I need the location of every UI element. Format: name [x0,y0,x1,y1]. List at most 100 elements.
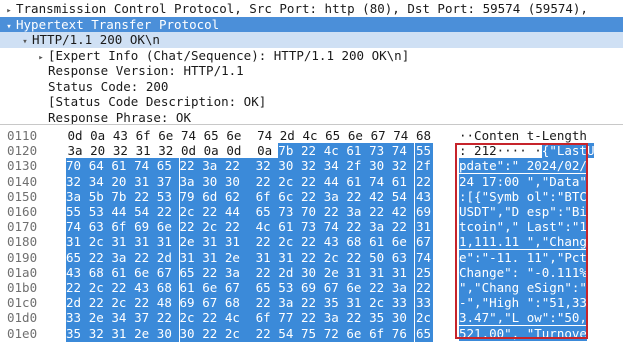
hex-byte[interactable]: 31 [66,234,89,251]
hex-byte[interactable]: 30 [156,325,180,342]
hex-byte[interactable]: 2c [179,204,203,220]
hex-byte[interactable]: 20 [111,173,135,190]
tree-item[interactable]: ▾ HTTP/1.1 200 OK\n [0,32,623,48]
hex-byte[interactable]: 2d [278,264,301,281]
hex-byte[interactable]: 63 [391,249,415,266]
hex-byte[interactable]: 34 [88,173,112,190]
collapse-arrow-icon[interactable]: ▸ [34,51,48,64]
hex-byte[interactable]: 32 [301,158,324,175]
hex-byte[interactable]: 55 [66,204,89,220]
hex-byte[interactable]: 30 [391,310,415,327]
hex-byte[interactable]: 31 [391,264,415,281]
hex-byte[interactable]: 74 [414,249,433,266]
hex-byte[interactable]: 22 [202,264,225,281]
hex-byte[interactable]: 2e [323,264,347,281]
hex-byte[interactable]: 22 [202,325,225,342]
hex-byte[interactable]: 44 [323,173,347,190]
hex-byte[interactable]: 61 [346,143,370,160]
hex-row[interactable]: 0170 74 63 6f 69 6e 22 2c 22 4c 61 73 74 22 3a 22 31 tcoi… [0,219,623,236]
hex-byte[interactable]: 61 [346,173,370,190]
hex-byte[interactable]: 22 [202,204,225,220]
hex-byte[interactable]: 0a [89,128,107,144]
hex-byte[interactable]: 2f [346,158,370,175]
hex-byte[interactable]: 22 [301,310,324,327]
hex-byte[interactable]: 34 [111,310,135,327]
hex-byte[interactable]: 65 [255,204,279,220]
hex-row[interactable]: 0110 0d 0a 43 6f 6e 74 65 6e 74 2d 4c 65 6e 67 74 68 ··Co… [0,128,623,144]
hex-byte[interactable]: 2c [278,234,301,251]
hex-byte[interactable]: 22 [255,325,279,342]
hex-byte[interactable]: 22 [301,295,324,312]
hex-byte[interactable]: 43 [323,234,347,251]
hex-byte[interactable]: 67 [224,280,256,296]
hex-byte[interactable]: 33 [66,310,89,327]
hex-byte[interactable]: 53 [278,280,301,296]
hex-byte[interactable]: 2e [224,249,256,266]
hex-byte[interactable]: 22 [369,280,392,296]
hex-byte[interactable]: 3a [278,295,301,312]
ascii-dump[interactable]: :[{"Symb ol":"BTC [459,188,587,205]
hex-byte[interactable]: 55 [414,143,433,160]
hex-byte[interactable]: 22 [369,204,392,220]
ascii-dump[interactable]: ··Conten t-Length [459,128,587,144]
hex-byte[interactable]: 2e [134,325,157,342]
ascii-dump[interactable]: -","High ":"51,33 [459,295,587,311]
hex-byte[interactable]: 75 [301,325,324,342]
hex-byte[interactable]: 30 [369,158,392,175]
hex-byte[interactable]: 61 [391,173,415,190]
hex-byte[interactable]: 61 [111,158,135,175]
hex-byte[interactable]: 35 [66,325,89,342]
hex-byte[interactable]: 0d [225,143,243,159]
hex-byte[interactable]: 31 [179,249,203,266]
hex-byte[interactable]: 31 [156,234,180,251]
hex-byte[interactable]: 32 [391,158,415,175]
hex-byte[interactable]: 44 [111,204,135,220]
hex-byte[interactable]: 2c [278,173,301,190]
hex-byte[interactable]: 74 [392,128,410,144]
hex-byte[interactable]: 42 [391,204,415,220]
hex-byte[interactable]: 31 [134,234,157,251]
hex-byte[interactable]: 70 [66,158,89,175]
hex-byte[interactable]: 65 [414,325,433,342]
hex-byte[interactable]: 70 [301,204,324,220]
hex-row[interactable]: 0130 70 64 61 74 65 22 3a 22 32 30 32 34 2f 30 32 2f pdat… [0,158,623,175]
hex-byte[interactable]: 2e [88,310,112,327]
hex-byte[interactable]: 22 [88,249,112,266]
hex-byte[interactable]: 22 [414,173,433,190]
hex-byte[interactable]: 22 [301,188,324,205]
hex-byte[interactable]: 32 [111,143,129,159]
hex-byte[interactable]: 2e [179,234,203,251]
hex-byte[interactable]: 6f [255,310,279,327]
hex-byte[interactable]: 73 [301,219,324,236]
hex-byte[interactable]: 32 [88,325,112,342]
hex-byte[interactable]: 69 [134,219,157,236]
hex-byte[interactable]: 2c [414,310,433,327]
hex-byte[interactable]: 31 [346,295,370,312]
hex-byte[interactable]: 31 [202,234,225,251]
hex-byte[interactable]: 3a [323,188,347,205]
hex-byte[interactable]: 22 [323,204,347,220]
hex-byte[interactable]: 22 [346,310,370,327]
hex-byte[interactable]: 53 [156,188,180,205]
hex-byte[interactable]: 6f [111,219,135,236]
hex-byte[interactable]: 65 [156,158,180,175]
hex-byte[interactable]: 7b [111,188,135,205]
tree-item[interactable]: Response Version: HTTP/1.1 [0,63,623,79]
hex-byte[interactable]: 67 [323,280,347,296]
hex-byte[interactable]: 0d [180,143,198,159]
tree-item[interactable]: ▸ Transmission Control Protocol, Src Port… [0,1,623,17]
hex-byte[interactable]: 69 [179,295,203,312]
hex-byte[interactable]: 74 [134,158,157,175]
hex-byte[interactable]: 3a [179,173,203,190]
hex-row[interactable]: 01a0 43 68 61 6e 67 65 22 3a 22 2d 30 2e 31 31 31 25 Chan… [0,264,623,281]
hex-byte[interactable]: 37 [156,173,180,190]
hex-byte[interactable]: 2c [224,325,256,342]
hex-byte[interactable]: 22 [255,234,279,251]
hex-byte[interactable]: 50 [369,249,392,266]
hex-byte[interactable]: 76 [391,325,415,342]
hex-row[interactable]: 0120 3a 20 32 31 32 0d 0a 0d 0a 7b 22 4c 61 73 74 55: 21… [0,143,623,160]
hex-byte[interactable]: 5b [88,188,112,205]
ascii-dump[interactable]: 24 17:00 ","Data" [459,173,587,190]
hex-byte[interactable]: 69 [414,204,433,220]
ascii-dump[interactable]: 1,111.11 ","Chang [459,234,587,250]
